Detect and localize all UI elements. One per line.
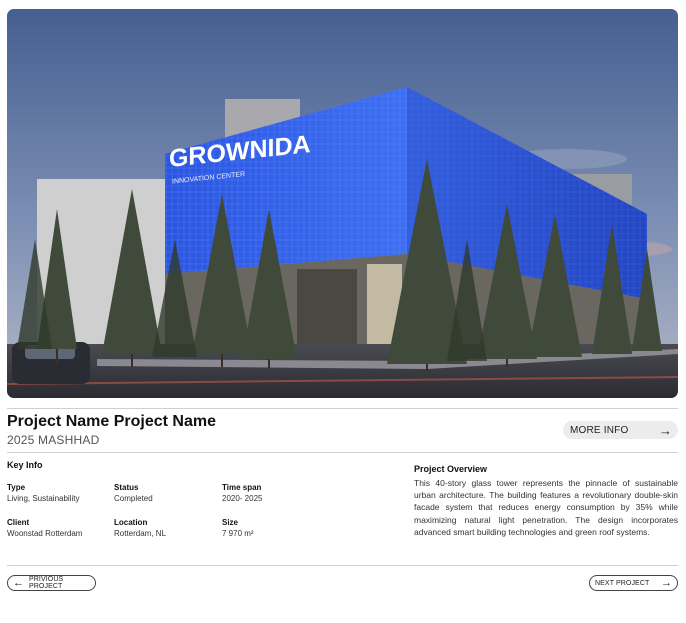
info-key: Client (7, 518, 30, 527)
info-key: Size (222, 518, 239, 527)
project-subtitle: 2025 MASHHAD (7, 433, 100, 447)
next-project-label: NEXT PROJECT (595, 579, 650, 587)
info-value: 7 970 m² (222, 529, 254, 538)
info-value: Completed (114, 494, 153, 503)
previous-project-button[interactable]: ← PRIVIOUS PROJECT (7, 575, 96, 591)
info-size: Size 7 970 m² (222, 517, 254, 539)
info-client: Client Woonstad Rotterdam (7, 517, 82, 539)
info-status: Status Completed (114, 482, 153, 504)
hero-image: GROWNIDA INNOVATION CENTER (7, 9, 678, 398)
divider-top (7, 408, 678, 409)
info-key: Location (114, 518, 148, 527)
info-type: Type Living, Sustainability (7, 482, 79, 504)
info-time-span: Time span 2020- 2025 (222, 482, 262, 504)
arrow-left-icon: ← (13, 576, 24, 589)
info-value: Living, Sustainability (7, 494, 80, 503)
info-key: Time span (222, 483, 262, 492)
overview-text: This 40-story glass tower represents the… (414, 478, 678, 537)
arrow-right-icon: → (659, 422, 672, 438)
info-value: Rotterdam, NL (114, 529, 167, 538)
info-key: Type (7, 483, 26, 492)
info-value: Woonstad Rotterdam (7, 529, 83, 538)
info-key: Status (114, 483, 139, 492)
previous-project-label: PRIVIOUS PROJECT (29, 576, 64, 590)
more-info-button[interactable]: MORE INFO → (563, 421, 678, 439)
divider-middle (7, 452, 678, 453)
key-info-heading: Key Info (7, 460, 43, 470)
info-value: 2020- 2025 (222, 494, 263, 503)
divider-bottom (7, 565, 678, 566)
info-location: Location Rotterdam, NL (114, 517, 166, 539)
next-project-button[interactable]: NEXT PROJECT → (589, 575, 678, 591)
arrow-right-icon: → (661, 576, 672, 589)
building-render: GROWNIDA INNOVATION CENTER (7, 9, 678, 398)
project-title: Project Name Project Name (7, 413, 216, 430)
overview-heading: Project Overview (414, 464, 488, 474)
more-info-label: MORE INFO (570, 424, 629, 436)
